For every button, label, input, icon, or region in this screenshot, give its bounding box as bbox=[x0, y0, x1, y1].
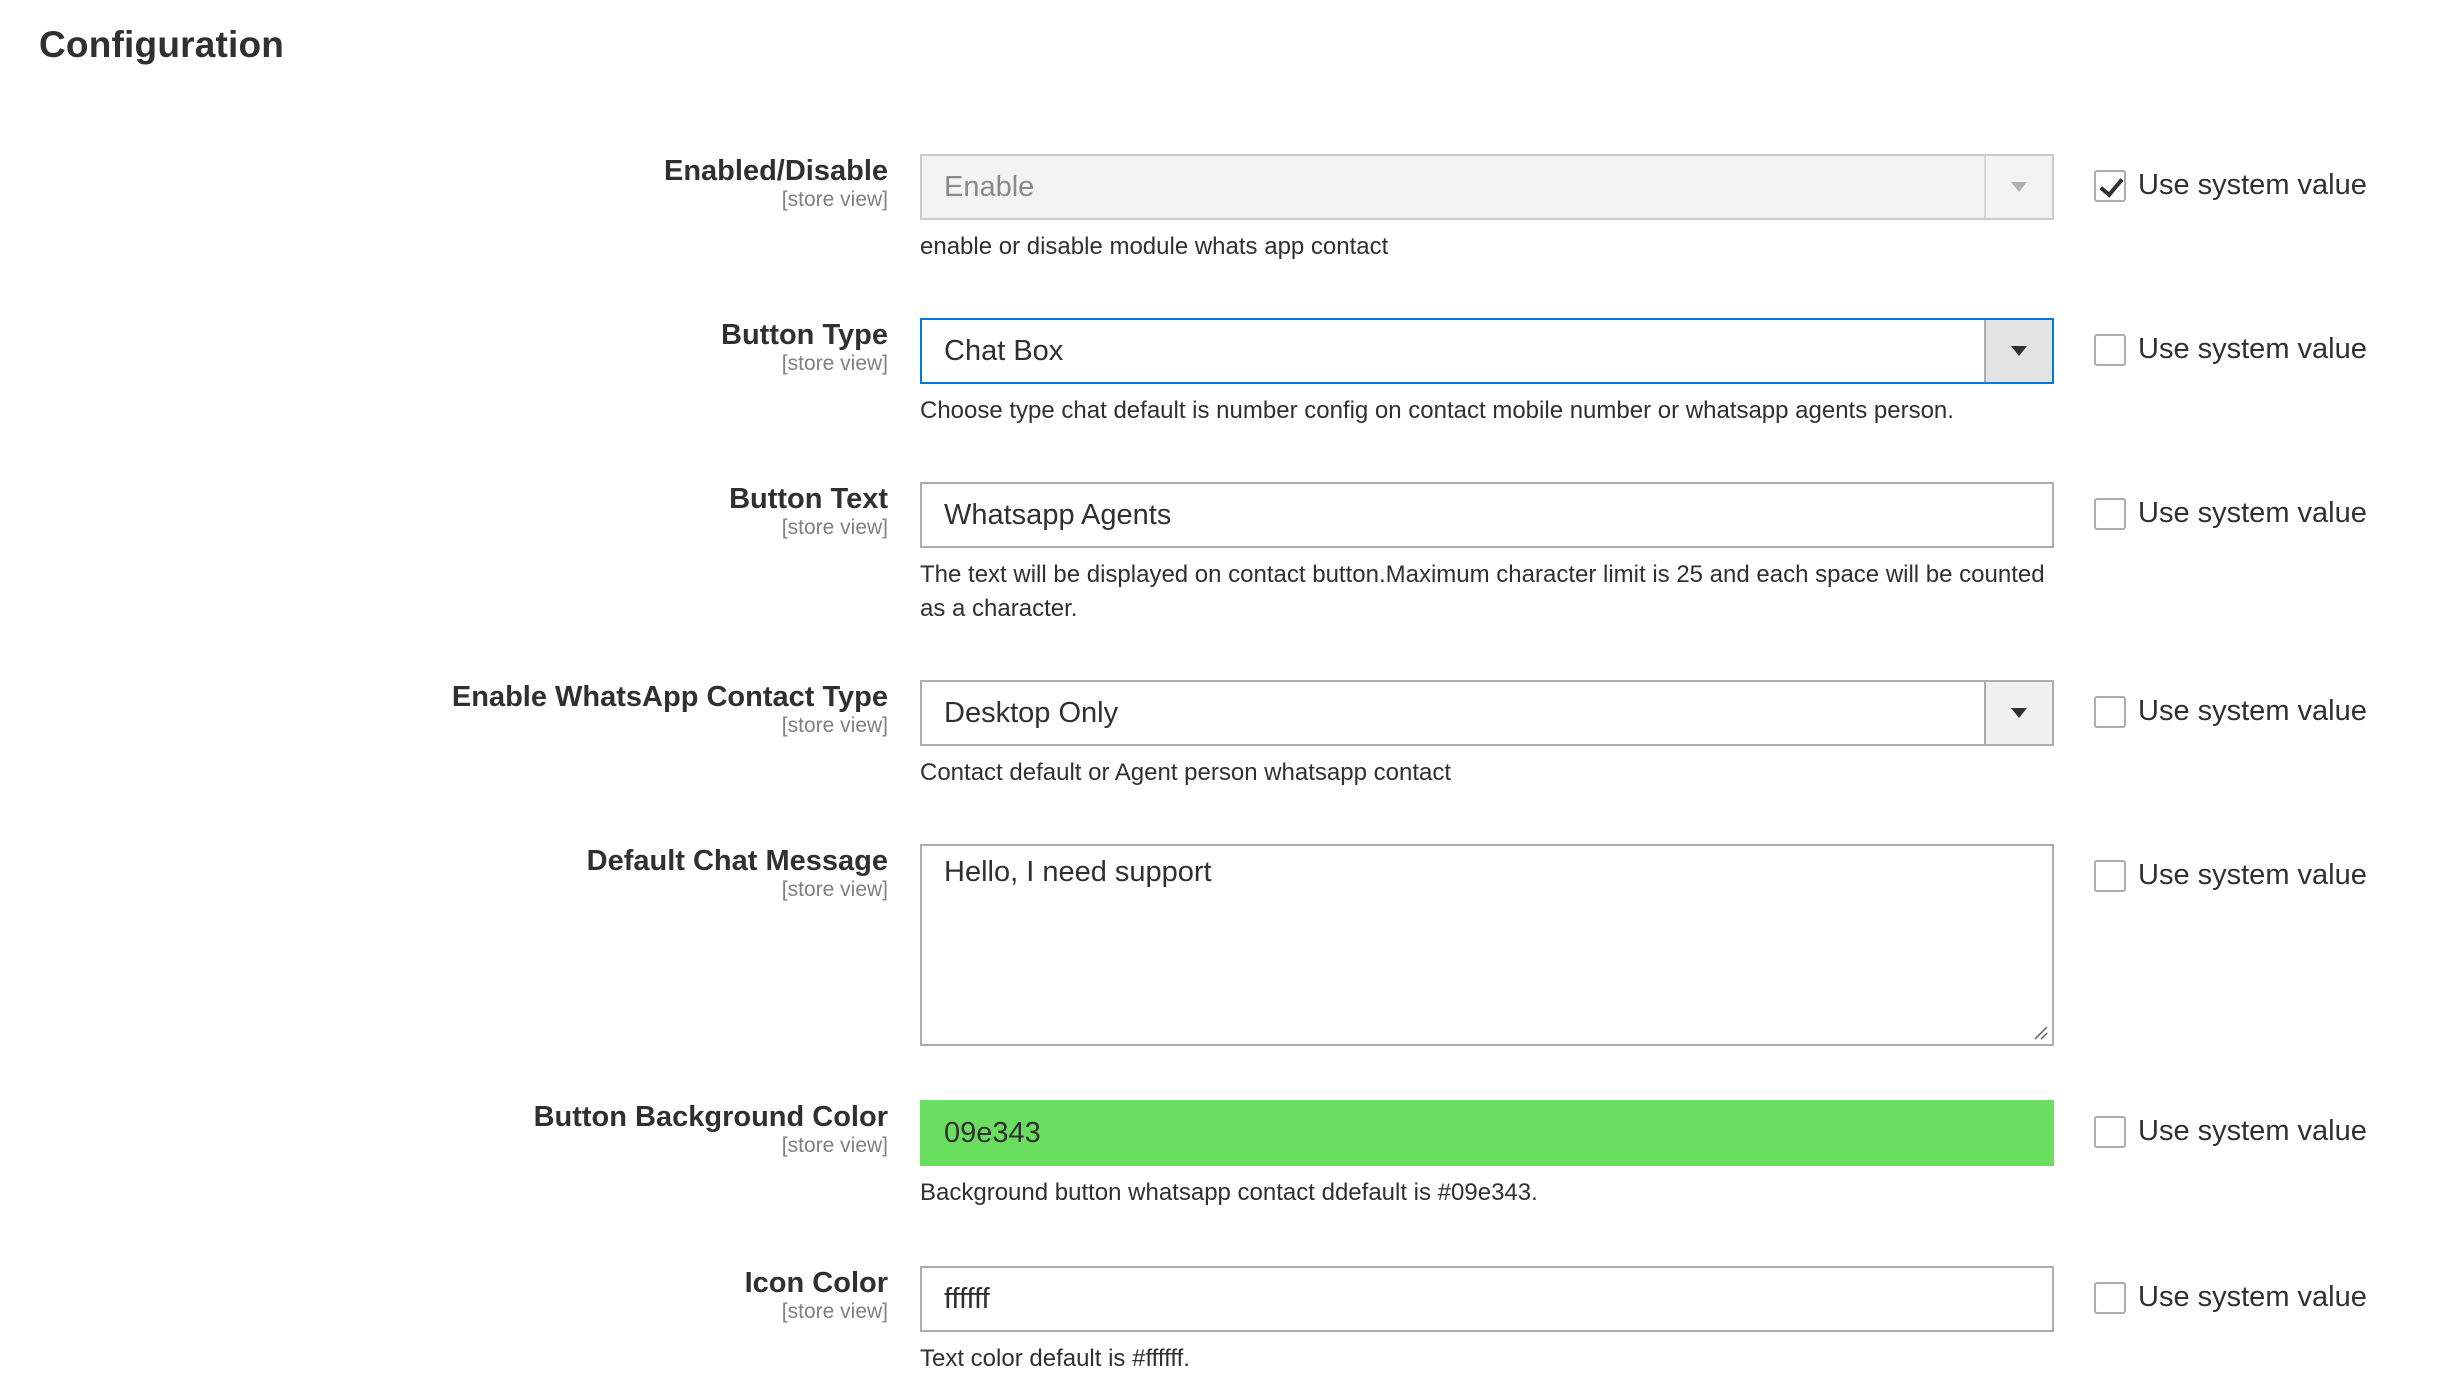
use-system-value-label: Use system value bbox=[2138, 859, 2367, 891]
scope-label: [store view] bbox=[781, 878, 888, 901]
input-value: 09e343 bbox=[944, 1116, 1041, 1149]
use-system-value-checkbox[interactable]: Use system value bbox=[2094, 333, 2367, 366]
use-system-value-label: Use system value bbox=[2138, 1115, 2367, 1147]
field-label-button-text: Button Text [store view] bbox=[0, 482, 888, 540]
button-type-select[interactable]: Chat Box bbox=[920, 318, 2054, 384]
textarea-value: Hello, I need support bbox=[944, 856, 1212, 888]
field-note: Choose type chat default is number confi… bbox=[920, 397, 1954, 424]
field-note: The text will be displayed on contact bu… bbox=[920, 561, 2045, 622]
use-system-value-label: Use system value bbox=[2138, 695, 2367, 727]
input-value: Whatsapp Agents bbox=[944, 498, 1172, 531]
default-chat-message-textarea[interactable]: Hello, I need support bbox=[920, 844, 2054, 1046]
resize-handle-icon[interactable] bbox=[2032, 1024, 2048, 1040]
select-value: Desktop Only bbox=[944, 696, 1119, 729]
checkbox-checked-icon[interactable] bbox=[2094, 169, 2126, 202]
field-note: Contact default or Agent person whatsapp… bbox=[920, 759, 1452, 786]
select-value: Enable bbox=[944, 170, 1035, 203]
checkbox-icon[interactable] bbox=[2094, 859, 2126, 892]
field-label-contact-type: Enable WhatsApp Contact Type [store view… bbox=[0, 680, 888, 738]
use-system-value-label: Use system value bbox=[2138, 333, 2367, 365]
use-system-value-checkbox[interactable]: Use system value bbox=[2094, 1115, 2367, 1148]
chevron-down-icon bbox=[2011, 708, 2027, 718]
label-text: Icon Color bbox=[744, 1267, 888, 1299]
label-text: Default Chat Message bbox=[586, 845, 888, 877]
field-label-icon-color: Icon Color [store view] bbox=[0, 1266, 888, 1324]
label-text: Button Background Color bbox=[533, 1101, 888, 1133]
chevron-down-icon bbox=[2011, 182, 2027, 192]
checkbox-icon[interactable] bbox=[2094, 333, 2126, 366]
icon-color-input[interactable]: ffffff bbox=[920, 1266, 2054, 1332]
field-label-default-chat-message: Default Chat Message [store view] bbox=[0, 844, 888, 902]
contact-type-select[interactable]: Desktop Only bbox=[920, 680, 2054, 746]
checkbox-icon[interactable] bbox=[2094, 1281, 2126, 1314]
chevron-down-icon bbox=[2011, 346, 2027, 356]
section-title: Configuration bbox=[39, 24, 285, 65]
field-label-enabled-disable: Enabled/Disable [store view] bbox=[0, 154, 888, 212]
field-note: enable or disable module whats app conta… bbox=[920, 233, 1389, 260]
field-label-button-background-color: Button Background Color [store view] bbox=[0, 1100, 888, 1158]
configuration-page: Configuration Enabled/Disable [store vie… bbox=[0, 0, 2444, 1398]
field-note: Text color default is #ffffff. bbox=[920, 1345, 1190, 1372]
scope-label: [store view] bbox=[781, 714, 888, 737]
use-system-value-checkbox[interactable]: Use system value bbox=[2094, 497, 2367, 530]
button-text-input[interactable]: Whatsapp Agents bbox=[920, 482, 2054, 548]
use-system-value-label: Use system value bbox=[2138, 497, 2367, 529]
scope-label: [store view] bbox=[781, 1134, 888, 1157]
scope-label: [store view] bbox=[781, 516, 888, 539]
select-arrow[interactable] bbox=[1984, 156, 2052, 218]
label-text: Enable WhatsApp Contact Type bbox=[451, 681, 888, 713]
enabled-disable-select[interactable]: Enable bbox=[920, 154, 2054, 220]
select-value: Chat Box bbox=[944, 334, 1064, 367]
scope-label: [store view] bbox=[781, 352, 888, 375]
use-system-value-checkbox[interactable]: Use system value bbox=[2094, 169, 2367, 202]
checkbox-icon[interactable] bbox=[2094, 497, 2126, 530]
checkbox-icon[interactable] bbox=[2094, 695, 2126, 728]
scope-label: [store view] bbox=[781, 188, 888, 211]
use-system-value-label: Use system value bbox=[2138, 1281, 2367, 1313]
use-system-value-checkbox[interactable]: Use system value bbox=[2094, 695, 2367, 728]
field-label-button-type: Button Type [store view] bbox=[0, 318, 888, 376]
select-arrow[interactable] bbox=[1984, 320, 2052, 382]
checkbox-icon[interactable] bbox=[2094, 1115, 2126, 1148]
field-note: Background button whatsapp contact ddefa… bbox=[920, 1179, 1538, 1206]
label-text: Button Text bbox=[729, 483, 888, 515]
button-background-color-input[interactable]: 09e343 bbox=[920, 1100, 2054, 1166]
label-text: Enabled/Disable bbox=[663, 155, 888, 187]
scope-label: [store view] bbox=[781, 1300, 888, 1323]
input-value: ffffff bbox=[944, 1282, 990, 1315]
use-system-value-label: Use system value bbox=[2138, 169, 2367, 201]
label-text: Button Type bbox=[721, 319, 888, 351]
select-arrow[interactable] bbox=[1984, 682, 2052, 744]
use-system-value-checkbox[interactable]: Use system value bbox=[2094, 1281, 2367, 1314]
use-system-value-checkbox[interactable]: Use system value bbox=[2094, 859, 2367, 892]
